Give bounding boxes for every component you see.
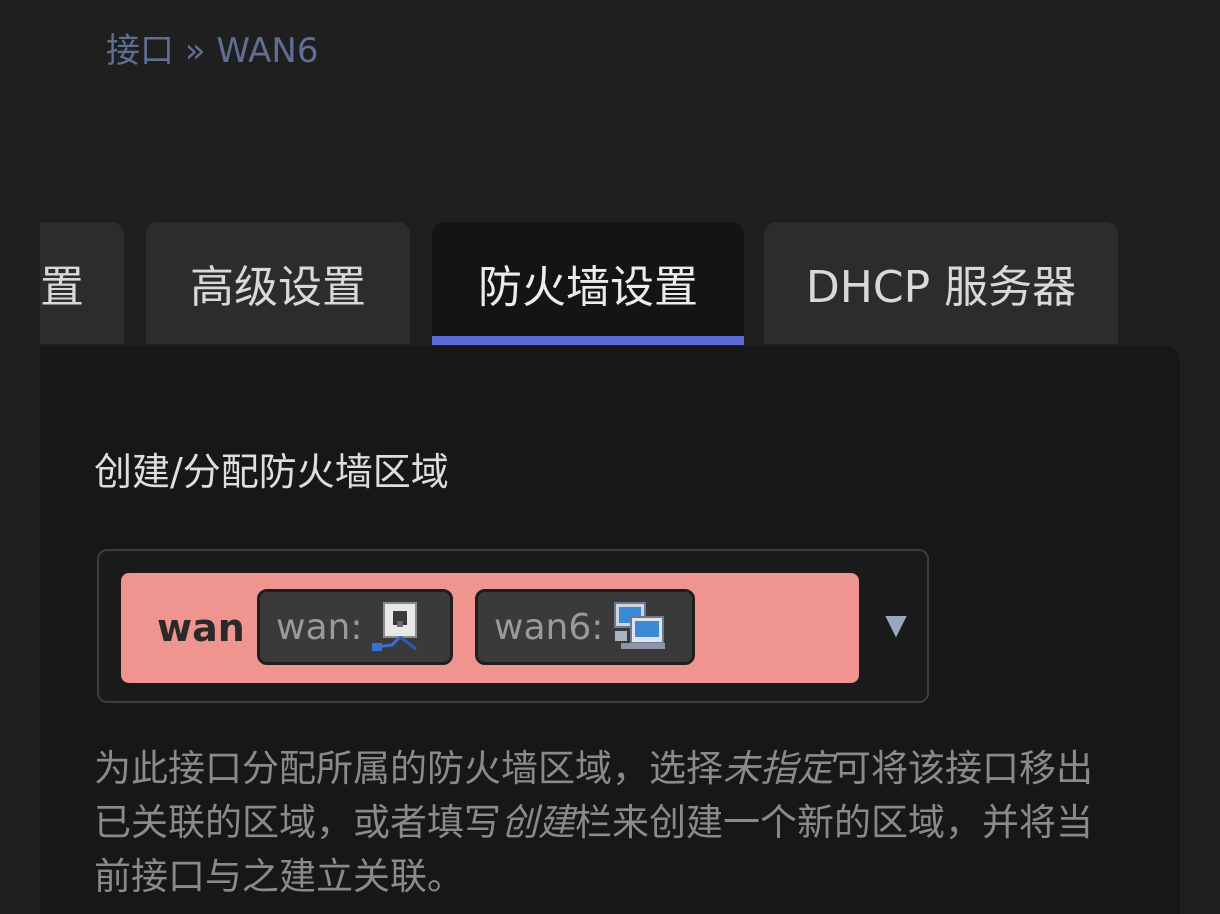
zone-name: wan (157, 606, 245, 650)
network-computers-icon (614, 602, 666, 649)
help-text-emphasis: 创建 (501, 801, 575, 844)
tab-label: 高级设置 (190, 262, 366, 313)
active-tab-indicator (432, 336, 744, 345)
tab-advanced-settings[interactable]: 高级设置 (146, 222, 410, 344)
tab-label: 防火墙设置 (478, 262, 698, 313)
help-text-emphasis: 未指定 (723, 747, 834, 790)
interface-badge-wan6: wan6: (475, 589, 695, 665)
tab-dhcp-server[interactable]: DHCP 服务器 (764, 222, 1118, 344)
tab-label: DHCP 服务器 (805, 262, 1077, 313)
firewall-zone-select[interactable]: wan wan: wan6: ▼ (97, 549, 929, 703)
help-text-part: 为此接口分配所属的防火墙区域，选择 (94, 747, 723, 790)
tab-label: 置 (40, 262, 84, 313)
firewall-zone-label: 创建/分配防火墙区域 (94, 450, 449, 494)
chevron-down-icon[interactable]: ▼ (883, 603, 909, 647)
firewall-zone-help: 为此接口分配所属的防火墙区域，选择未指定可将该接口移出已关联的区域，或者填写创建… (94, 742, 1124, 904)
interface-label: wan: (276, 606, 363, 648)
tab-general-settings[interactable]: 置 (40, 222, 124, 344)
tab-bar: 置 高级设置 防火墙设置 DHCP 服务器 (0, 222, 1220, 346)
tab-firewall-settings[interactable]: 防火墙设置 (432, 222, 744, 344)
ethernet-port-icon (372, 602, 418, 651)
interface-label: wan6: (494, 606, 604, 648)
page: 接口 » WAN6 置 高级设置 防火墙设置 DHCP 服务器 创建/分配防火墙… (0, 0, 1220, 914)
interface-badge-wan: wan: (257, 589, 453, 665)
zone-chip-wan[interactable]: wan wan: wan6: (121, 573, 859, 683)
breadcrumb[interactable]: 接口 » WAN6 (106, 26, 319, 76)
